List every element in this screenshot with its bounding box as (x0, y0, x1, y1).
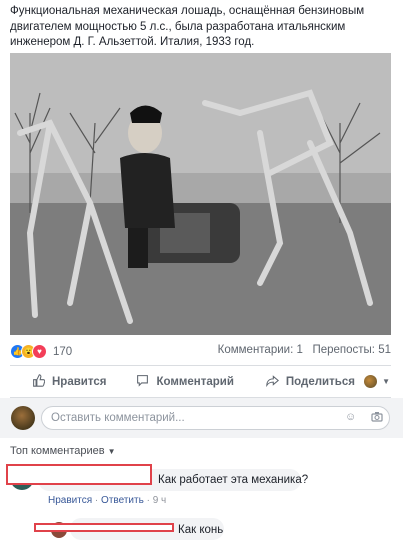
comment-reply-link[interactable]: Ответить (101, 495, 144, 506)
redacted-name (34, 523, 174, 532)
profile-selector[interactable]: ▼ (364, 375, 390, 388)
comment-like-link[interactable]: Нравится (48, 495, 92, 506)
action-bar: Нравится Комментарий Поделиться (10, 370, 391, 394)
divider (10, 365, 391, 366)
comment-time[interactable]: 9 ч (153, 495, 167, 506)
emoji-icon[interactable]: ☺ (345, 411, 356, 423)
post-photo[interactable] (10, 53, 391, 335)
shares-count[interactable]: Перепосты: 51 (312, 344, 391, 356)
reactions-summary[interactable]: 👍 😮 ♥ 170 (10, 344, 72, 359)
comment-label: Комментарий (156, 376, 234, 388)
like-button[interactable]: Нравится (32, 374, 106, 390)
love-reaction-icon: ♥ (32, 344, 47, 359)
separator: · (146, 495, 150, 506)
share-label: Поделиться (285, 376, 355, 388)
share-icon (266, 374, 279, 390)
comment-input[interactable]: Оставить комментарий... (41, 406, 390, 430)
comments-count[interactable]: Комментарии: 1 (218, 344, 303, 356)
caret-down-icon: ▼ (107, 447, 116, 456)
comment-placeholder: Оставить комментарий... (51, 412, 185, 424)
camera-icon[interactable] (371, 411, 383, 425)
comment-meta: Нравится · Ответить · 9 ч (48, 495, 166, 506)
post-text: Функциональная механическая лошадь, осна… (10, 5, 365, 48)
comment-text: Как работает эта механика? (158, 474, 309, 486)
comment-button[interactable]: Комментарий (136, 374, 234, 390)
avatar[interactable] (11, 406, 35, 430)
separator: · (94, 495, 99, 506)
photo-image (10, 53, 391, 335)
reaction-count: 170 (53, 345, 73, 358)
chevron-down-icon: ▼ (382, 377, 390, 386)
like-label: Нравится (52, 376, 107, 388)
redacted-name (6, 464, 152, 485)
reply-text: Как конь (178, 524, 224, 536)
share-button[interactable]: Поделиться (266, 374, 355, 390)
comment-icon (136, 374, 149, 390)
thumbs-up-icon (32, 374, 46, 390)
profile-avatar (364, 375, 378, 388)
comment-sort[interactable]: Топ комментариев ▼ (10, 445, 116, 457)
sort-label: Топ комментариев (10, 445, 105, 457)
post-stats: 👍 😮 ♥ 170 Комментарии: 1 Перепосты: 51 (10, 344, 391, 360)
stats-right: Комментарии: 1 Перепосты: 51 (218, 344, 391, 356)
